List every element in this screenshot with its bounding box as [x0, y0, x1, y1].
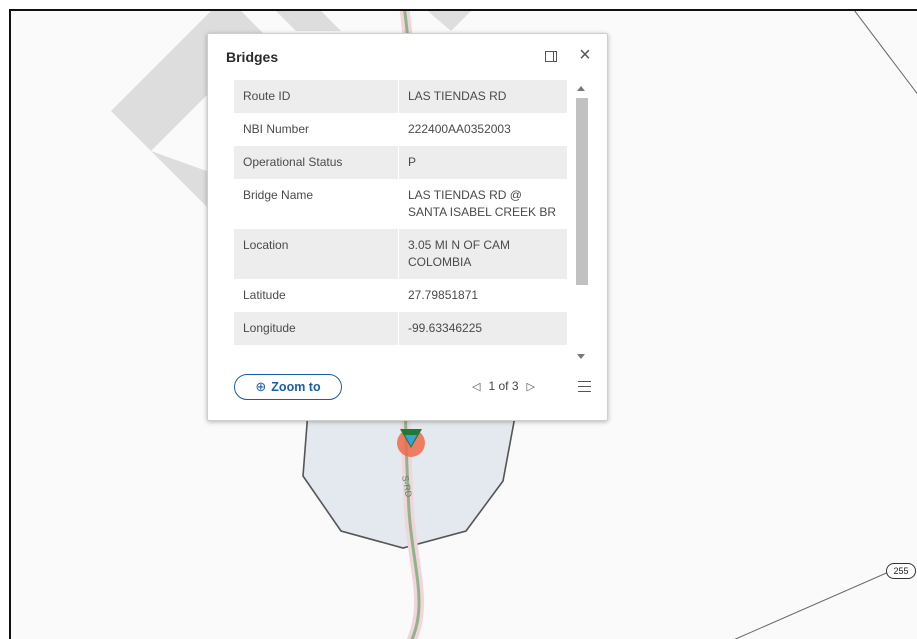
attribute-table: Route ID LAS TIENDAS RD NBI Number 22240… [234, 80, 567, 345]
feature-pager: ◁ 1 of 3 ▷ [464, 376, 543, 397]
attribute-key: NBI Number [243, 122, 310, 136]
popup-scrollbar[interactable] [574, 80, 588, 367]
attribute-value: P [398, 146, 567, 179]
attribute-key: Operational Status [234, 146, 399, 179]
scrollbar-thumb[interactable] [576, 98, 588, 285]
table-row: Location 3.05 MI N OF CAM COLOMBIA [234, 229, 567, 279]
attribute-value: -99.63346225 [398, 312, 567, 345]
pager-current: 1 [488, 379, 496, 393]
zoom-to-label: Zoom to [271, 380, 321, 394]
attribute-key: Location [234, 229, 399, 279]
table-row: Operational Status P [234, 146, 567, 179]
zoom-to-button[interactable]: ⊕ Zoom to [234, 374, 342, 400]
attribute-value: 3.05 MI N OF CAM COLOMBIA [398, 229, 567, 279]
menu-icon[interactable] [578, 381, 591, 395]
attribute-key: Latitude [243, 288, 286, 302]
dock-panel-icon[interactable] [545, 51, 557, 62]
attribute-table-container[interactable]: Route ID LAS TIENDAS RD NBI Number 22240… [234, 80, 567, 402]
attribute-value: 222400AA0352003 [398, 113, 567, 146]
pager-total: 3 [511, 379, 519, 393]
pager-of: of [498, 379, 509, 393]
popup-title: Bridges [226, 49, 279, 65]
attribute-key: Bridge Name [243, 188, 314, 202]
scroll-down-icon[interactable] [577, 354, 585, 359]
attribute-value: LAS TIENDAS RD [398, 80, 567, 113]
feature-popup: Bridges × Route ID LAS TIENDAS RD NBI Nu… [207, 33, 608, 421]
next-feature-icon[interactable]: ▷ [519, 381, 543, 393]
table-row: Latitude 27.79851871 [234, 279, 567, 312]
attribute-key: Route ID [234, 80, 399, 113]
previous-feature-icon[interactable]: ◁ [464, 381, 488, 393]
table-row: NBI Number 222400AA0352003 [234, 113, 567, 146]
attribute-key: Longitude [234, 312, 399, 345]
close-icon[interactable]: × [576, 45, 594, 65]
attribute-value: 27.79851871 [398, 279, 567, 312]
zoom-in-icon: ⊕ [255, 379, 267, 394]
scroll-up-icon[interactable] [577, 86, 585, 91]
highway-shield: 255 [886, 563, 916, 579]
table-row: Longitude -99.63346225 [234, 312, 567, 345]
table-row: Bridge Name LAS TIENDAS RD @ SANTA ISABE… [234, 179, 567, 229]
table-row: Route ID LAS TIENDAS RD [234, 80, 567, 113]
attribute-value: LAS TIENDAS RD @ SANTA ISABEL CREEK BR [398, 179, 567, 229]
